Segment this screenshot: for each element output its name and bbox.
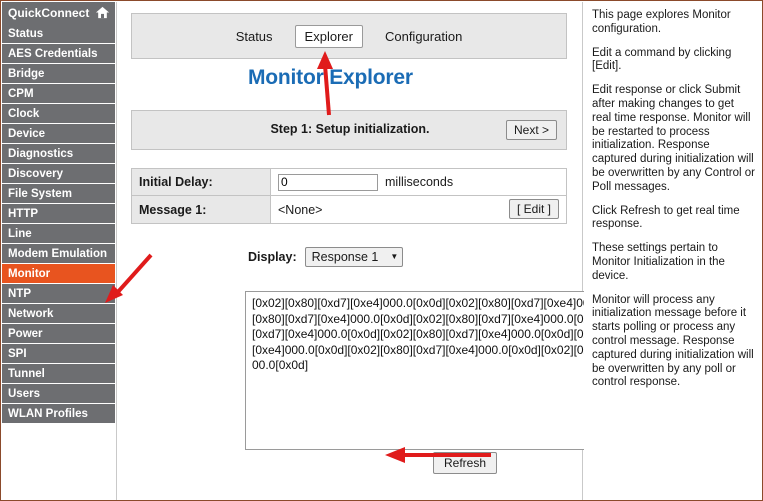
sidebar-item-label: Network	[8, 307, 54, 320]
tab-explorer[interactable]: Explorer	[294, 24, 363, 48]
initial-delay-input[interactable]	[278, 173, 378, 191]
annotation-arrow-explorer-tab	[317, 51, 333, 116]
sidebar-item-cpm[interactable]: CPM	[2, 84, 115, 104]
sidebar-item-diagnostics[interactable]: Diagnostics	[2, 144, 115, 164]
sidebar-item-label: AES Credentials	[8, 47, 98, 60]
annotation-arrow-monitor-menu	[105, 253, 153, 303]
sidebar-item-clock[interactable]: Clock	[2, 104, 115, 124]
help-paragraph-3: Edit response or click Submit after maki…	[592, 84, 755, 193]
sidebar-item-wlan-profiles[interactable]: WLAN Profiles	[2, 404, 115, 424]
sidebar-item-network[interactable]: Network	[2, 304, 115, 324]
sidebar-item-label: Tunnel	[8, 367, 45, 380]
sidebar-item-label: Clock	[8, 107, 40, 120]
sidebar-item-label: SPI	[8, 347, 27, 360]
sidebar-item-label: Bridge	[8, 67, 45, 80]
sidebar: QuickConnect Status AES Credentials Bridge…	[2, 2, 115, 500]
message-1-label: Message 1:	[132, 196, 271, 223]
sidebar-item-label: Users	[8, 387, 40, 400]
help-paragraph-5: These settings pertain to Monitor Initia…	[592, 242, 725, 282]
sidebar-item-label: Power	[8, 327, 43, 340]
display-label: Display:	[248, 250, 297, 264]
sidebar-item-label: Modem Emulation	[8, 247, 108, 260]
sidebar-item-status[interactable]: Status	[2, 24, 115, 44]
sidebar-item-monitor[interactable]: Monitor	[2, 264, 115, 284]
initial-delay-value-cell: milliseconds	[271, 169, 566, 195]
settings-table: Initial Delay: milliseconds Message 1: <…	[131, 168, 567, 224]
chevron-down-icon: ▼	[390, 252, 399, 261]
home-icon[interactable]	[95, 5, 110, 20]
edit-button[interactable]: [ Edit ]	[508, 199, 559, 219]
help-paragraph-4: Click Refresh to get real time response.	[592, 204, 740, 231]
message-1-value: <None>	[278, 202, 323, 217]
message-1-value-cell: <None> [ Edit ]	[271, 196, 566, 223]
sidebar-item-modem-emulation[interactable]: Modem Emulation	[2, 244, 115, 264]
table-row-message-1: Message 1: <None> [ Edit ]	[132, 196, 566, 223]
tab-status[interactable]: Status	[226, 25, 283, 48]
sidebar-item-line[interactable]: Line	[2, 224, 115, 244]
help-paragraph-2: Edit a command by clicking [Edit].	[592, 46, 732, 73]
display-select-value: Response 1	[311, 250, 379, 264]
initial-delay-units: milliseconds	[385, 175, 454, 189]
sidebar-item-label: Line	[8, 227, 32, 240]
sidebar-item-label: Discovery	[8, 167, 63, 180]
sidebar-item-spi[interactable]: SPI	[2, 344, 115, 364]
table-row-initial-delay: Initial Delay: milliseconds	[132, 169, 566, 196]
sidebar-item-tunnel[interactable]: Tunnel	[2, 364, 115, 384]
sidebar-item-label: HTTP	[8, 207, 39, 220]
sidebar-item-users[interactable]: Users	[2, 384, 115, 404]
sidebar-item-label: Diagnostics	[8, 147, 74, 160]
sidebar-item-label: File System	[8, 187, 72, 200]
annotation-arrow-refresh-button	[385, 447, 491, 463]
tab-configuration[interactable]: Configuration	[375, 25, 472, 48]
sidebar-item-label: Status	[8, 27, 44, 40]
application-window: QuickConnect Status AES Credentials Bridge…	[0, 0, 763, 501]
sidebar-title: QuickConnect	[2, 2, 115, 24]
sidebar-item-aes-credentials[interactable]: AES Credentials	[2, 44, 115, 64]
sidebar-item-power[interactable]: Power	[2, 324, 115, 344]
sidebar-item-discovery[interactable]: Discovery	[2, 164, 115, 184]
sidebar-item-bridge[interactable]: Bridge	[2, 64, 115, 84]
sidebar-item-label: WLAN Profiles	[8, 407, 88, 420]
sidebar-item-label: Monitor	[8, 267, 51, 280]
next-button[interactable]: Next >	[505, 120, 557, 140]
display-selector-row: Display: Response 1 ▼	[248, 247, 404, 267]
help-panel: This page explores Monitor configuration…	[584, 2, 762, 500]
initial-delay-label: Initial Delay:	[132, 169, 271, 195]
sidebar-title-label: QuickConnect	[8, 6, 90, 20]
sidebar-item-ntp[interactable]: NTP	[2, 284, 115, 304]
sidebar-item-label: Device	[8, 127, 46, 140]
display-select[interactable]: Response 1 ▼	[304, 247, 404, 267]
sidebar-item-label: CPM	[8, 87, 34, 100]
sidebar-item-device[interactable]: Device	[2, 124, 115, 144]
sidebar-item-file-system[interactable]: File System	[2, 184, 115, 204]
step-label: Step 1: Setup initialization.	[270, 122, 430, 136]
sidebar-item-http[interactable]: HTTP	[2, 204, 115, 224]
help-paragraph-6: Monitor will process any initialization …	[592, 293, 754, 389]
help-paragraph-1: This page explores Monitor configuration…	[592, 9, 731, 35]
sidebar-item-label: NTP	[8, 287, 31, 300]
